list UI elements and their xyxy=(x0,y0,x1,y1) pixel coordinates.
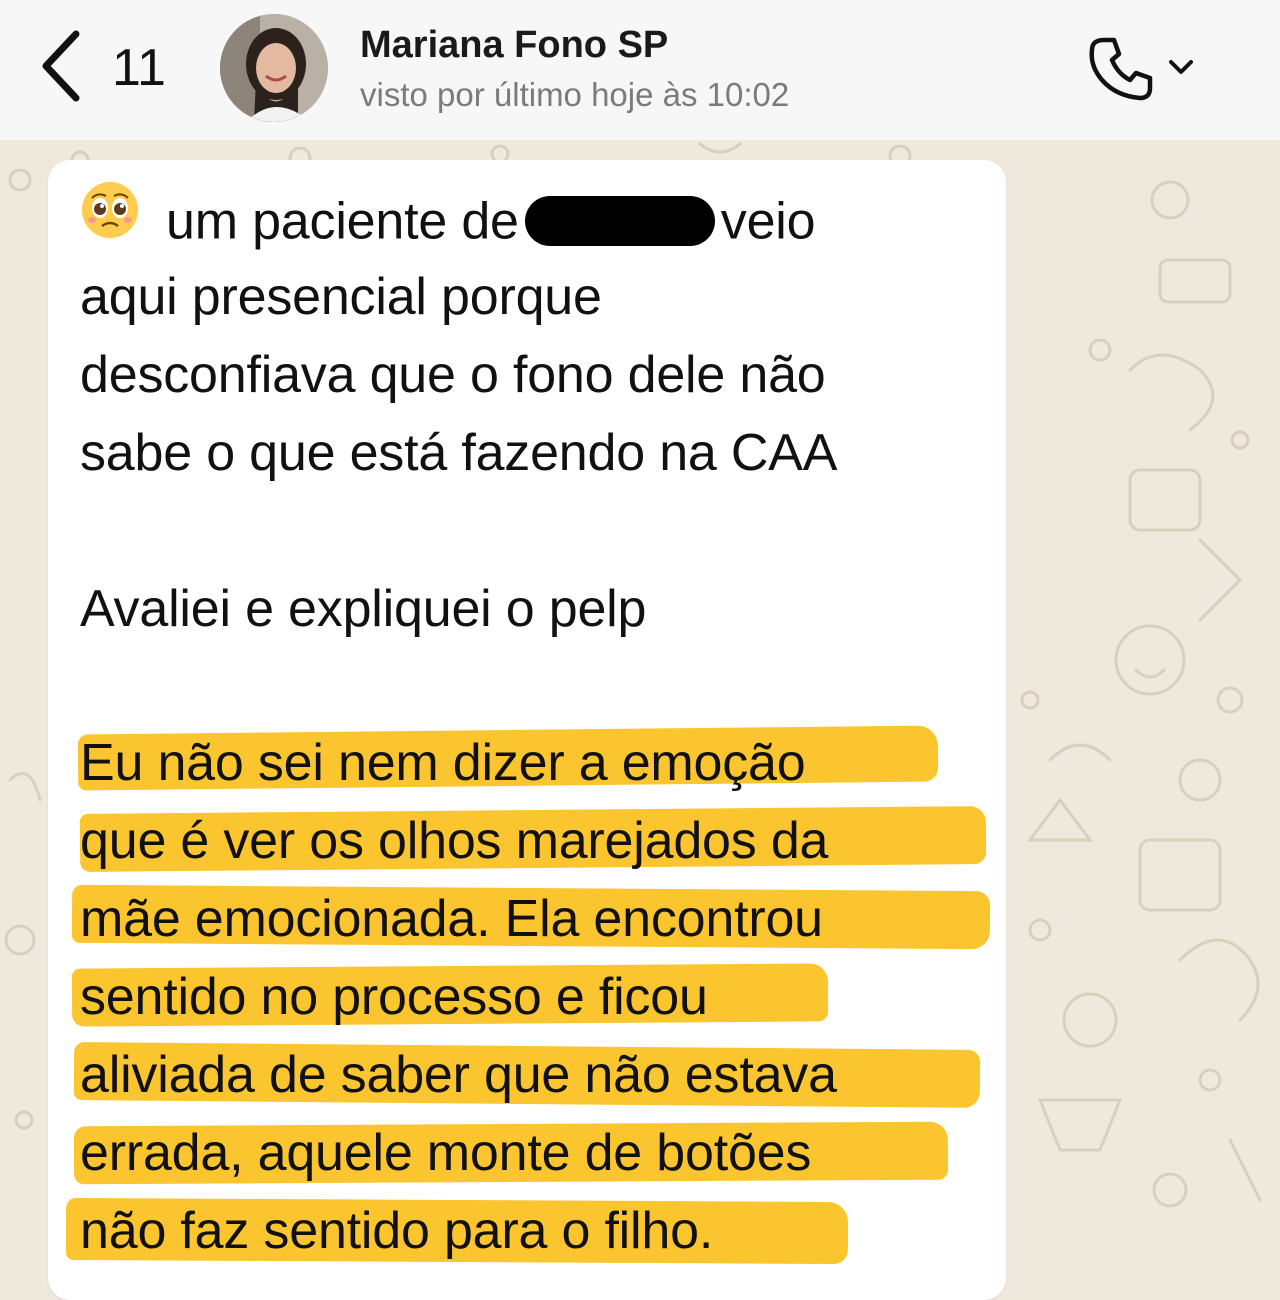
message-bubble[interactable]: um paciente de veio aqui presencial porqu… xyxy=(48,160,1006,1300)
chevron-left-icon xyxy=(42,30,80,102)
back-button[interactable]: 11 xyxy=(36,24,186,108)
message-text: veio xyxy=(720,192,816,251)
chevron-down-icon xyxy=(1169,60,1193,74)
pleading-face-emoji xyxy=(80,180,140,262)
contact-name[interactable]: Mariana Fono SP xyxy=(360,24,668,67)
last-seen-status: visto por último hoje às 10:02 xyxy=(360,76,790,113)
message-line: um paciente de veio xyxy=(80,180,816,270)
avatar[interactable] xyxy=(220,14,328,122)
message-line: desconfiava que o fono dele não xyxy=(80,346,826,404)
avatar-photo xyxy=(220,14,328,122)
chat-header: 11 Mariana Fono SP visto por último hoje… xyxy=(0,0,1280,140)
phone-icon xyxy=(1089,37,1153,101)
highlighted-line: não faz sentido para o filho. xyxy=(80,1202,714,1260)
highlighted-line: Eu não sei nem dizer a emoção xyxy=(80,734,806,792)
call-button[interactable] xyxy=(1086,34,1206,106)
message-line: aqui presencial porque xyxy=(80,268,602,326)
message-line: sabe o que está fazendo na CAA xyxy=(80,424,838,482)
unread-count: 11 xyxy=(112,39,166,97)
highlighted-line: sentido no processo e ficou xyxy=(80,968,708,1026)
highlighted-line: errada, aquele monte de botões xyxy=(80,1124,812,1182)
highlighted-line: mãe emocionada. Ela encontrou xyxy=(80,890,823,948)
redaction-mark xyxy=(524,196,715,246)
message-line: Avaliei e expliquei o pelp xyxy=(80,580,647,638)
highlighted-line: que é ver os olhos marejados da xyxy=(80,812,829,870)
highlighted-line: aliviada de saber que não estava xyxy=(80,1046,837,1104)
message-text: um paciente de xyxy=(166,192,519,251)
